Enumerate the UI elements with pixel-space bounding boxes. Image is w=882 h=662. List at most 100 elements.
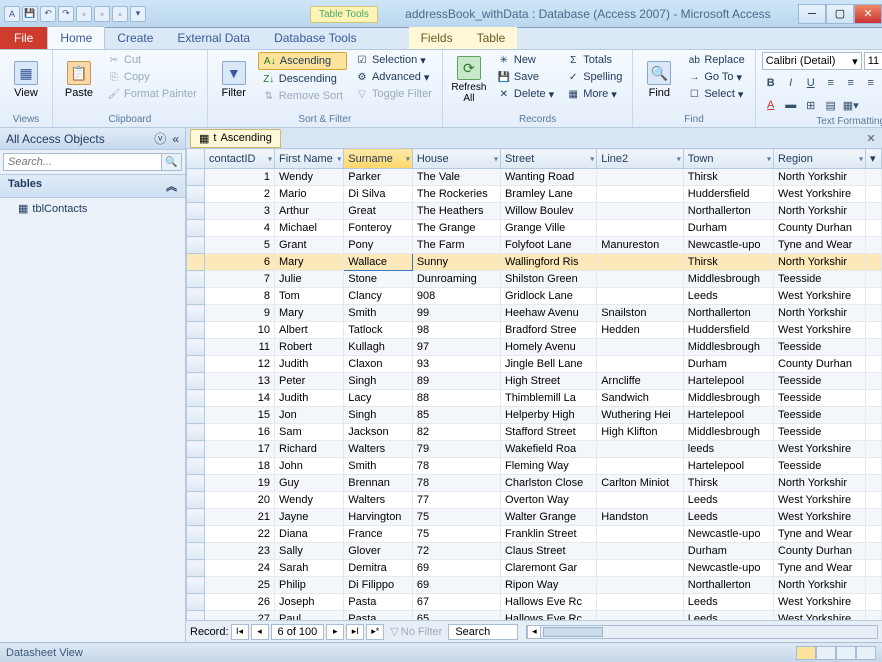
new-record-button[interactable]: ▸* <box>366 624 384 640</box>
cell[interactable] <box>866 509 882 526</box>
row-selector[interactable] <box>187 254 205 271</box>
select-all-cell[interactable] <box>187 149 205 169</box>
row-selector[interactable] <box>187 577 205 594</box>
cell[interactable]: Manureston <box>597 237 684 254</box>
row-selector[interactable] <box>187 169 205 186</box>
cell[interactable]: Robert <box>275 339 344 356</box>
row-selector[interactable] <box>187 509 205 526</box>
cell[interactable]: Helperby High <box>500 407 596 424</box>
cell[interactable] <box>866 288 882 305</box>
spelling-button[interactable]: ✓Spelling <box>562 69 626 85</box>
cell[interactable]: 69 <box>412 577 500 594</box>
cell[interactable]: Pasta <box>344 594 413 611</box>
row-selector[interactable] <box>187 220 205 237</box>
cell[interactable]: Teesside <box>773 458 865 475</box>
cell[interactable]: 79 <box>412 441 500 458</box>
cell[interactable]: Kullagh <box>344 339 413 356</box>
cell[interactable] <box>597 594 684 611</box>
totals-button[interactable]: ΣTotals <box>562 52 626 68</box>
cell[interactable]: Middlesbrough <box>683 271 773 288</box>
cell[interactable]: 78 <box>412 458 500 475</box>
cell[interactable]: Jackson <box>344 424 413 441</box>
cell[interactable]: Hartelepool <box>683 458 773 475</box>
cell[interactable]: Sunny <box>412 254 500 271</box>
cell[interactable]: 6 <box>205 254 275 271</box>
row-selector[interactable] <box>187 305 205 322</box>
cell[interactable]: Teesside <box>773 271 865 288</box>
cell[interactable]: 3 <box>205 203 275 220</box>
save-button[interactable]: 💾Save <box>493 69 558 85</box>
cell[interactable]: Teesside <box>773 339 865 356</box>
cell[interactable]: Clancy <box>344 288 413 305</box>
cell[interactable] <box>866 424 882 441</box>
cell[interactable] <box>597 611 684 621</box>
tab-create[interactable]: Create <box>105 27 165 49</box>
qat-dropdown-icon[interactable]: ▾ <box>130 6 146 22</box>
column-header[interactable]: House▾ <box>412 149 500 169</box>
cell[interactable]: Glover <box>344 543 413 560</box>
cell[interactable] <box>866 220 882 237</box>
find-button[interactable]: 🔍 Find <box>639 52 679 108</box>
replace-button[interactable]: abReplace <box>683 52 748 68</box>
cell[interactable] <box>597 543 684 560</box>
cell[interactable]: 89 <box>412 373 500 390</box>
cell[interactable]: 78 <box>412 475 500 492</box>
cell[interactable] <box>866 322 882 339</box>
cell[interactable]: 67 <box>412 594 500 611</box>
cell[interactable]: Shilston Green <box>500 271 596 288</box>
cell[interactable]: Fonteroy <box>344 220 413 237</box>
alt-row-icon[interactable]: ▤ <box>822 96 840 114</box>
cell[interactable]: Northallerton <box>683 203 773 220</box>
cell[interactable] <box>866 373 882 390</box>
cell[interactable]: 82 <box>412 424 500 441</box>
cell[interactable]: Hartelepool <box>683 373 773 390</box>
align-right-icon[interactable]: ≡ <box>862 74 880 92</box>
row-selector[interactable] <box>187 475 205 492</box>
cell[interactable]: Carlton Miniot <box>597 475 684 492</box>
cell[interactable]: Snailston <box>597 305 684 322</box>
column-header[interactable]: First Name▾ <box>275 149 344 169</box>
cell[interactable]: Middlesbrough <box>683 339 773 356</box>
cell[interactable]: Wakefield Roa <box>500 441 596 458</box>
align-left-icon[interactable]: ≡ <box>822 74 840 92</box>
cell[interactable]: Tyne and Wear <box>773 560 865 577</box>
cell[interactable]: 25 <box>205 577 275 594</box>
cell[interactable]: Hedden <box>597 322 684 339</box>
cell[interactable]: Claxon <box>344 356 413 373</box>
qat-icon[interactable]: ▫ <box>76 6 92 22</box>
cell[interactable]: 18 <box>205 458 275 475</box>
cell[interactable] <box>866 611 882 621</box>
cell[interactable]: West Yorkshire <box>773 492 865 509</box>
cell[interactable]: Homely Avenu <box>500 339 596 356</box>
cell[interactable] <box>597 288 684 305</box>
row-selector[interactable] <box>187 407 205 424</box>
cell[interactable]: Leeds <box>683 594 773 611</box>
cell[interactable] <box>597 577 684 594</box>
cell[interactable]: The Vale <box>412 169 500 186</box>
cell[interactable]: Stone <box>344 271 413 288</box>
cell[interactable]: Di Filippo <box>344 577 413 594</box>
cell[interactable]: 14 <box>205 390 275 407</box>
cell[interactable]: 19 <box>205 475 275 492</box>
cell[interactable]: County Durhan <box>773 220 865 237</box>
cell[interactable]: Lacy <box>344 390 413 407</box>
cell[interactable]: Northallerton <box>683 305 773 322</box>
cell[interactable]: 22 <box>205 526 275 543</box>
cell[interactable]: Great <box>344 203 413 220</box>
cell[interactable]: Teesside <box>773 407 865 424</box>
design-view-button[interactable] <box>816 646 836 660</box>
redo-icon[interactable]: ↷ <box>58 6 74 22</box>
cell[interactable]: 72 <box>412 543 500 560</box>
cell[interactable]: 10 <box>205 322 275 339</box>
cell[interactable]: Wendy <box>275 492 344 509</box>
row-selector[interactable] <box>187 322 205 339</box>
cell[interactable] <box>866 186 882 203</box>
column-header[interactable]: Line2▾ <box>597 149 684 169</box>
cell[interactable]: West Yorkshire <box>773 594 865 611</box>
cell[interactable]: Parker <box>344 169 413 186</box>
cell[interactable]: Fleming Way <box>500 458 596 475</box>
undo-icon[interactable]: ↶ <box>40 6 56 22</box>
cell[interactable]: Sarah <box>275 560 344 577</box>
refresh-all-button[interactable]: ⟳ Refresh All <box>449 52 489 108</box>
cell[interactable]: North Yorkshir <box>773 577 865 594</box>
